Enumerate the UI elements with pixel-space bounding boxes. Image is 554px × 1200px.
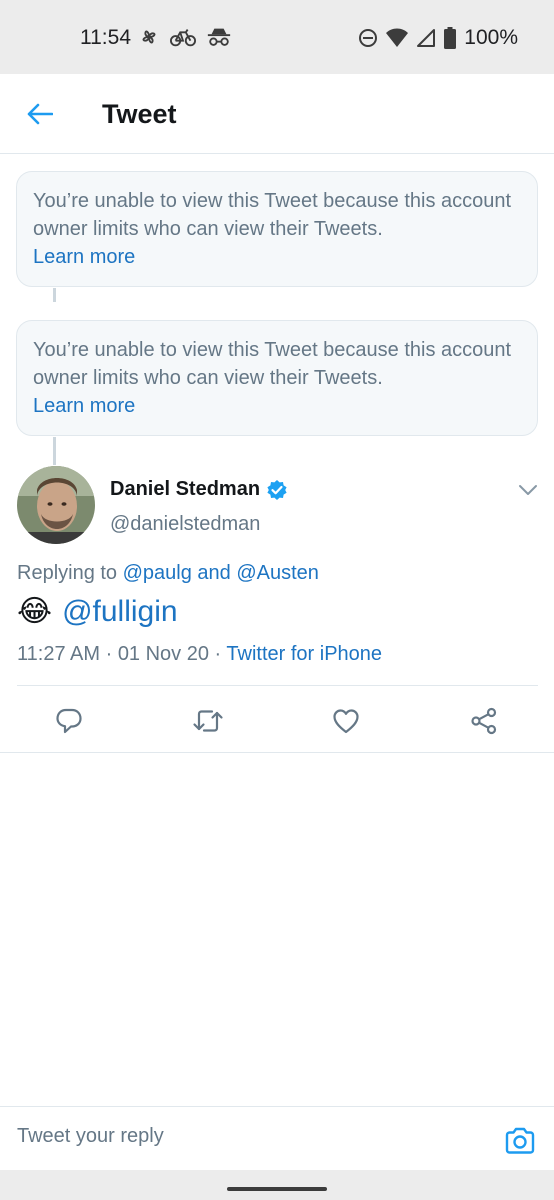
- battery-percent: 100%: [464, 26, 518, 49]
- camera-button[interactable]: [504, 1125, 536, 1157]
- emoji: 😂: [17, 595, 53, 628]
- like-icon: [333, 709, 359, 734]
- replying-user-link[interactable]: @paulg: [123, 562, 192, 584]
- unavailable-tweet-card: You’re unable to view this Tweet because…: [16, 320, 538, 436]
- profile-photo: [17, 466, 95, 544]
- signal-icon: [417, 29, 436, 47]
- retweet-icon: [193, 710, 223, 732]
- reply-button[interactable]: [52, 704, 86, 738]
- tweet-source-link[interactable]: Twitter for iPhone: [226, 643, 382, 665]
- reply-icon: [56, 708, 82, 734]
- thread-connector: [53, 288, 56, 302]
- system-nav-bar: [0, 1170, 554, 1200]
- replying-and[interactable]: and: [192, 562, 236, 584]
- unavailable-tweet-card: You’re unable to view this Tweet because…: [16, 171, 538, 287]
- tweet-text: 😂 @fulligin: [17, 594, 178, 629]
- author-name[interactable]: Daniel Stedman: [110, 478, 288, 501]
- do-not-disturb-icon: [359, 29, 378, 47]
- status-system-icons: 100%: [358, 26, 518, 50]
- author-name-text: Daniel Stedman: [110, 478, 261, 500]
- divider: [0, 752, 554, 753]
- status-bar: 11:54 100%: [0, 0, 554, 74]
- replying-to: Replying to @paulg and @Austen: [17, 562, 319, 585]
- unavailable-message: You’re unable to view this Tweet because…: [33, 190, 512, 240]
- bicycle-icon: [170, 29, 196, 47]
- status-time: 11:54: [80, 26, 131, 49]
- arrow-left-icon: [27, 103, 53, 125]
- camera-icon: [505, 1127, 535, 1154]
- learn-more-link[interactable]: Learn more: [33, 392, 521, 420]
- tweet-date: 01 Nov 20: [117, 643, 209, 665]
- unavailable-message: You’re unable to view this Tweet because…: [33, 339, 512, 389]
- thread-connector: [53, 437, 56, 465]
- tweet-actions: [0, 696, 554, 744]
- battery-icon: [444, 27, 457, 49]
- pinwheel-icon: [142, 30, 156, 44]
- wifi-icon: [386, 28, 409, 47]
- retweet-button[interactable]: [191, 704, 225, 738]
- share-icon: [471, 707, 497, 735]
- replying-prefix: Replying to: [17, 562, 123, 584]
- chevron-down-icon: [519, 485, 537, 495]
- replying-user-link[interactable]: @Austen: [236, 562, 319, 584]
- tweet-meta: 11:27 AM · 01 Nov 20 · Twitter for iPhon…: [17, 643, 382, 666]
- meta-separator: ·: [208, 643, 227, 665]
- mention-link[interactable]: @fulligin: [62, 595, 178, 629]
- avatar[interactable]: [17, 466, 95, 544]
- share-button[interactable]: [467, 704, 501, 738]
- app-header: Tweet: [0, 74, 554, 154]
- meta-separator: ·: [100, 643, 118, 665]
- back-button[interactable]: [24, 98, 56, 130]
- tweet-options-button[interactable]: [516, 478, 540, 502]
- reply-composer: [0, 1106, 554, 1170]
- incognito-icon: [207, 28, 231, 46]
- author-handle[interactable]: @danielstedman: [110, 513, 260, 536]
- verified-badge-icon: [267, 479, 287, 500]
- tweet-time: 11:27 AM: [17, 643, 101, 665]
- reply-input[interactable]: [17, 1125, 477, 1148]
- status-notification-icons: [138, 26, 232, 48]
- page-title: Tweet: [102, 99, 177, 129]
- divider: [17, 685, 538, 686]
- home-gesture-handle[interactable]: [227, 1187, 327, 1191]
- like-button[interactable]: [329, 704, 363, 738]
- learn-more-link[interactable]: Learn more: [33, 243, 521, 271]
